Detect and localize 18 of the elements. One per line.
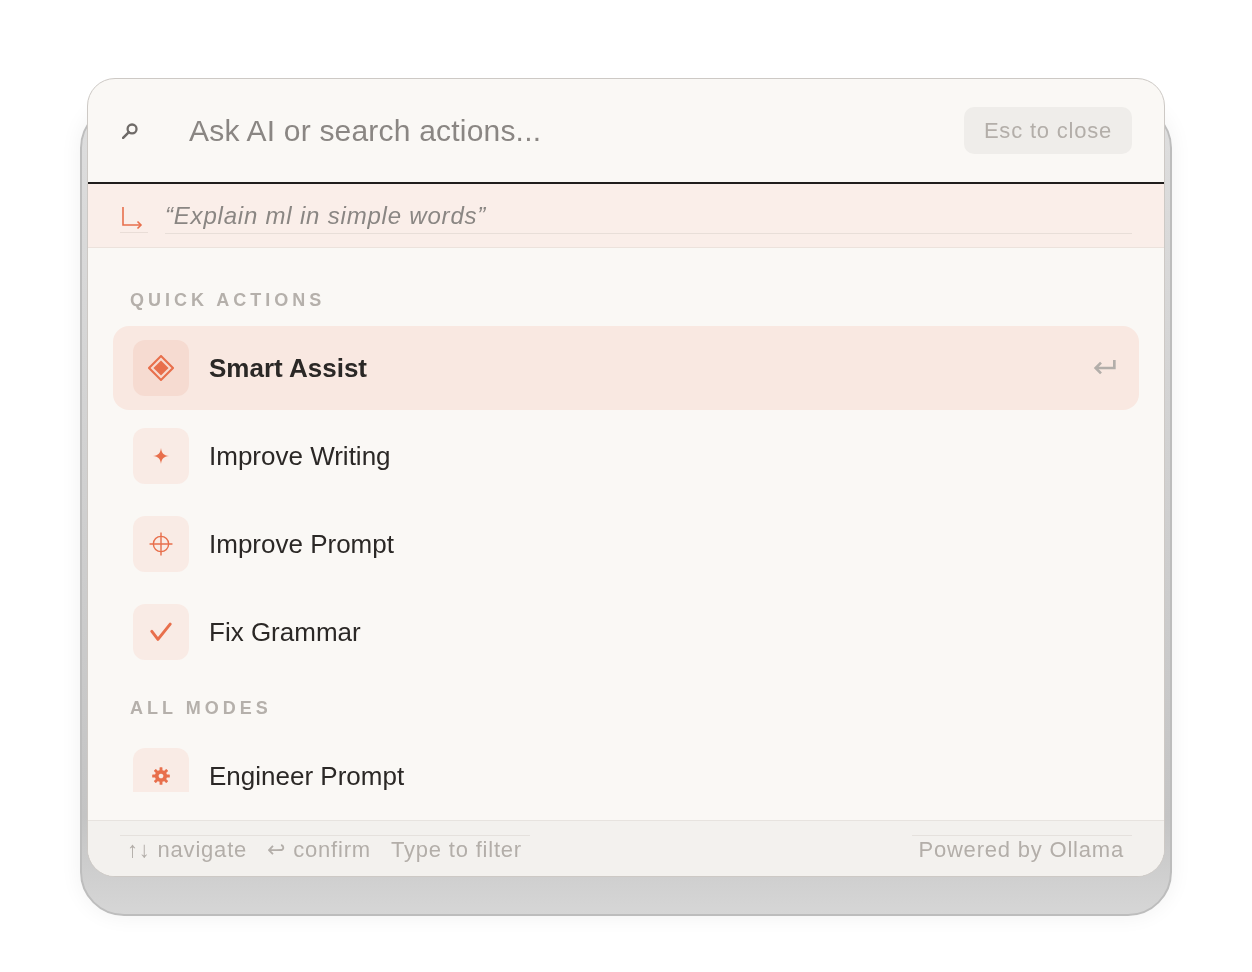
shortcut-hint: ↩ confirm (267, 836, 371, 863)
credit-text: Powered by Ollama (912, 834, 1132, 863)
sparkle-icon (133, 428, 189, 484)
action-item[interactable]: Improve Prompt (113, 502, 1139, 586)
corner-arrow-icon (120, 204, 148, 233)
search-field[interactable]: Ask AI or search actions... (189, 113, 964, 148)
shortcut-hint: ↑↓ navigate (127, 836, 248, 863)
gear-icon (133, 748, 189, 792)
crosshair-icon (133, 516, 189, 572)
action-item[interactable]: Engineer Prompt (113, 734, 1139, 792)
section-title: ALL MODES (129, 698, 273, 718)
action-item[interactable]: Improve Writing (113, 414, 1139, 498)
search-icon (122, 122, 138, 139)
section-title: QUICK ACTIONS (129, 290, 327, 310)
check-icon (133, 604, 189, 660)
action-item[interactable]: Fix Grammar (113, 590, 1139, 674)
shortcut-hint: Type to filter (390, 836, 522, 863)
action-item[interactable]: Smart Assist (113, 326, 1139, 410)
